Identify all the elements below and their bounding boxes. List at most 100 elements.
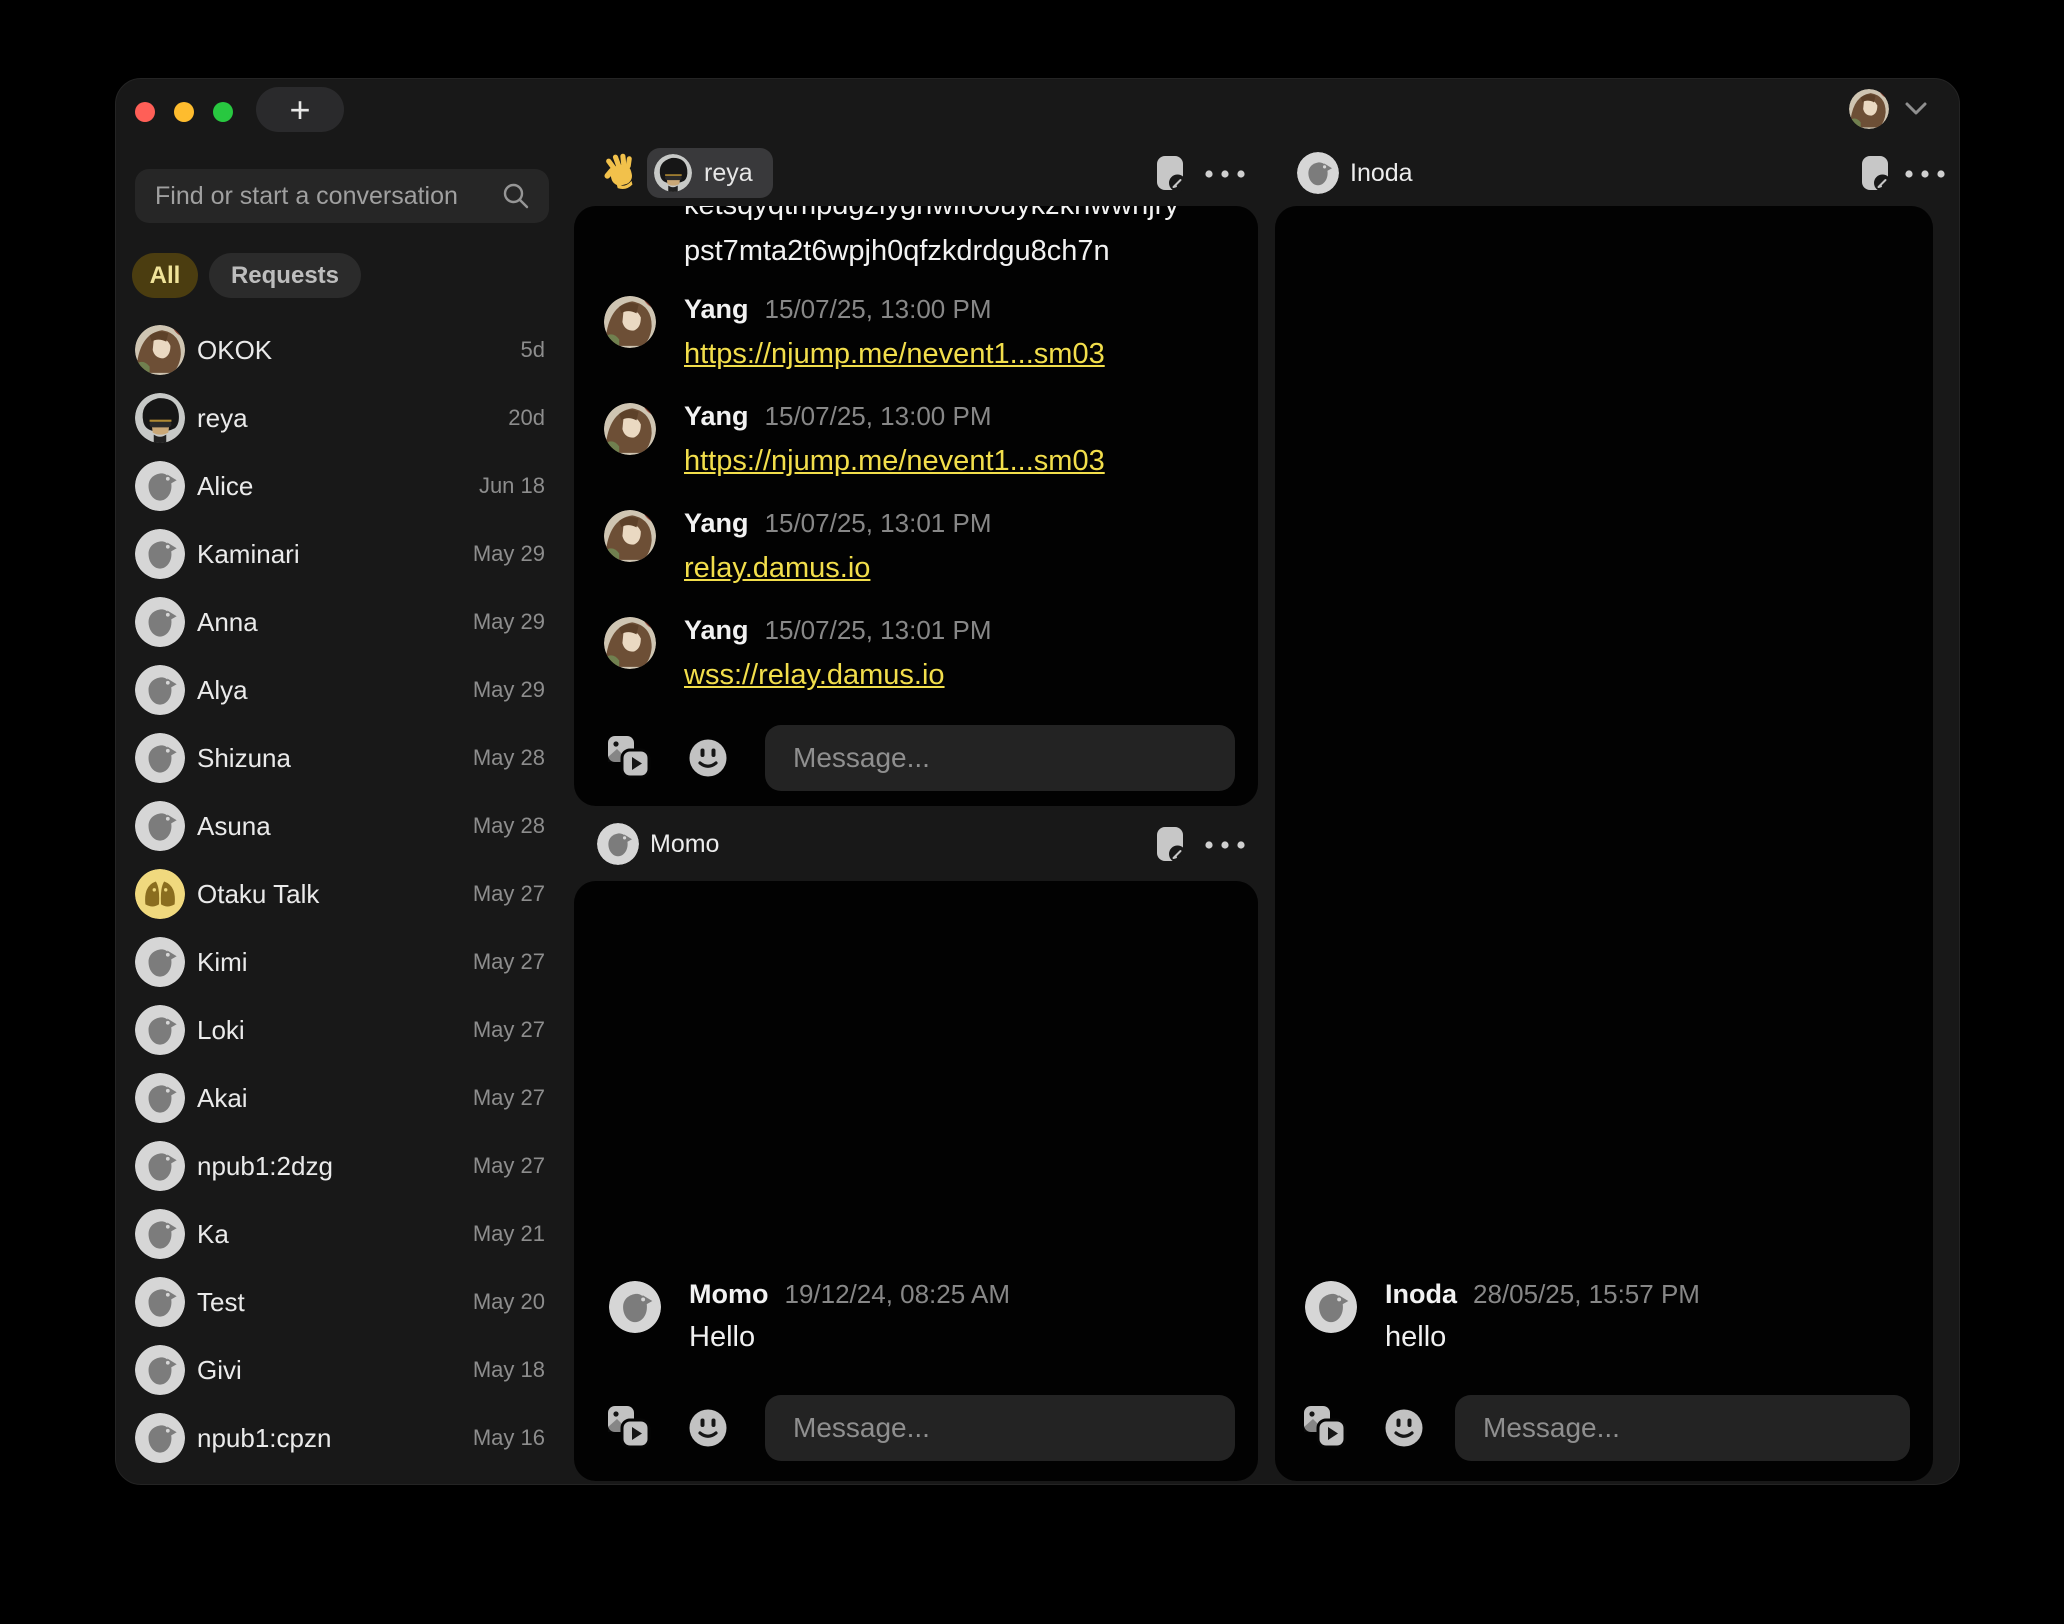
momo-avatar: [597, 823, 639, 865]
message-link[interactable]: wss://relay.damus.io: [684, 659, 945, 692]
conversation-item-reya[interactable]: reya20d: [135, 384, 547, 452]
conversation-avatar: [135, 1005, 185, 1055]
conversation-date: 20d: [508, 405, 545, 431]
message-timestamp: 28/05/25, 15:57 PM: [1473, 1279, 1700, 1309]
desktop-background: { "titlebar": { "new_button_label": "+",…: [0, 0, 2064, 1624]
conversation-item-otaku-talk[interactable]: Otaku TalkMay 27: [135, 860, 547, 928]
conversation-avatar: [135, 937, 185, 987]
conversation-item-kaminari[interactable]: KaminariMay 29: [135, 520, 547, 588]
search-input[interactable]: [153, 181, 501, 212]
media-icon[interactable]: [1303, 1405, 1349, 1451]
message-sender: Inoda: [1385, 1279, 1457, 1309]
conversation-name: Anna: [197, 607, 473, 638]
search-conversation-box[interactable]: [135, 169, 549, 223]
note-edit-icon[interactable]: [1156, 155, 1186, 192]
chat-message: Yang15/07/25, 13:01 PMrelay.damus.io: [604, 508, 991, 585]
more-icon[interactable]: [1904, 169, 1946, 179]
tab-requests[interactable]: Requests: [209, 253, 361, 298]
chevron-down-icon: [1905, 102, 1927, 116]
note-edit-icon[interactable]: [1156, 826, 1186, 863]
conversation-item-npub1-2dzg[interactable]: npub1:2dzgMay 27: [135, 1132, 547, 1200]
conversation-date: May 28: [473, 745, 545, 771]
media-icon[interactable]: [607, 1405, 653, 1451]
conversation-list: OKOK5d reya20d AliceJun 18 KaminariMay 2…: [135, 316, 547, 1485]
zoom-traffic-light-icon[interactable]: [213, 102, 233, 122]
conversation-name: Alice: [197, 471, 479, 502]
conversation-avatar: [135, 1277, 185, 1327]
conversation-item-akai[interactable]: AkaiMay 27: [135, 1064, 547, 1132]
conversation-avatar: [135, 1141, 185, 1191]
composer-momo: [574, 1395, 1258, 1461]
conversation-item-alice[interactable]: AliceJun 18: [135, 452, 547, 520]
conversation-date: May 27: [473, 1017, 545, 1043]
conversation-date: May 18: [473, 1357, 545, 1383]
conversation-item-alya[interactable]: AlyaMay 29: [135, 656, 547, 724]
conversation-avatar: [135, 1345, 185, 1395]
composer-inoda: [1275, 1395, 1933, 1461]
message-sender: Yang: [684, 615, 749, 645]
message-link[interactable]: relay.damus.io: [684, 552, 870, 585]
profile-avatar[interactable]: [1849, 89, 1889, 129]
conversation-item-givi[interactable]: GiviMay 18: [135, 1336, 547, 1404]
conversation-date: May 21: [473, 1221, 545, 1247]
conversation-item-okok[interactable]: OKOK5d: [135, 316, 547, 384]
reya-avatar: [654, 154, 692, 192]
tab-all[interactable]: All: [132, 253, 198, 298]
message-text: Hello: [689, 1321, 1010, 1354]
chat-panel-momo: Momo19/12/24, 08:25 AM Hello: [574, 881, 1258, 1481]
message-sender: Momo: [689, 1279, 768, 1309]
conversation-avatar: [135, 1413, 185, 1463]
conversation-item-partial[interactable]: [135, 1472, 547, 1485]
conversation-name: Givi: [197, 1355, 473, 1386]
chat-message: Yang15/07/25, 13:00 PMhttps://njump.me/n…: [604, 401, 1105, 478]
message-timestamp: 15/07/25, 13:00 PM: [765, 294, 992, 324]
conversation-avatar: [135, 1209, 185, 1259]
conversation-avatar: [135, 529, 185, 579]
composer-reya: [574, 725, 1258, 791]
conversation-name: Test: [197, 1287, 473, 1318]
conversation-item-test[interactable]: TestMay 20: [135, 1268, 547, 1336]
conversation-date: 5d: [521, 337, 545, 363]
conversation-name: Kimi: [197, 947, 473, 978]
conversation-item-ka[interactable]: KaMay 21: [135, 1200, 547, 1268]
message-input[interactable]: [1455, 1395, 1910, 1461]
conversation-date: May 16: [473, 1425, 545, 1451]
search-icon: [501, 181, 531, 211]
account-menu[interactable]: [1849, 89, 1927, 129]
conversation-item-kimi[interactable]: KimiMay 27: [135, 928, 547, 996]
conversation-item-asuna[interactable]: AsunaMay 28: [135, 792, 547, 860]
new-conversation-button[interactable]: +: [256, 87, 344, 132]
conversation-item-shizuna[interactable]: ShizunaMay 28: [135, 724, 547, 792]
message-link[interactable]: https://njump.me/nevent1...sm03: [684, 338, 1105, 371]
conversation-date: May 27: [473, 1085, 545, 1111]
conversation-date: May 28: [473, 813, 545, 839]
conversation-name: Akai: [197, 1083, 473, 1114]
media-icon[interactable]: [607, 735, 653, 781]
conversation-name: reya: [197, 403, 508, 434]
message-sender: Yang: [684, 294, 749, 324]
note-edit-icon[interactable]: [1861, 155, 1891, 192]
message-sender: Yang: [684, 508, 749, 538]
conversation-date: May 29: [473, 677, 545, 703]
chat-title: Inoda: [1350, 159, 1413, 188]
minimize-traffic-light-icon[interactable]: [174, 102, 194, 122]
more-icon[interactable]: [1204, 169, 1246, 179]
emoji-icon[interactable]: [1383, 1407, 1425, 1449]
message-link[interactable]: https://njump.me/nevent1...sm03: [684, 445, 1105, 478]
message-input[interactable]: [765, 725, 1235, 791]
conversation-date: Jun 18: [479, 473, 545, 499]
more-icon[interactable]: [1204, 840, 1246, 850]
close-traffic-light-icon[interactable]: [135, 102, 155, 122]
emoji-icon[interactable]: [687, 737, 729, 779]
conversation-avatar: [135, 801, 185, 851]
yang-avatar: [604, 617, 656, 669]
emoji-icon[interactable]: [687, 1407, 729, 1449]
chat-header-reya[interactable]: reya: [647, 148, 773, 198]
conversation-item-npub1-cpzn[interactable]: npub1:cpznMay 16: [135, 1404, 547, 1472]
conversation-item-loki[interactable]: LokiMay 27: [135, 996, 547, 1064]
message-input[interactable]: [765, 1395, 1235, 1461]
conversation-name: Asuna: [197, 811, 473, 842]
conversation-name: Ka: [197, 1219, 473, 1250]
chat-message: Momo19/12/24, 08:25 AM Hello: [609, 1279, 1010, 1354]
conversation-item-anna[interactable]: AnnaMay 29: [135, 588, 547, 656]
